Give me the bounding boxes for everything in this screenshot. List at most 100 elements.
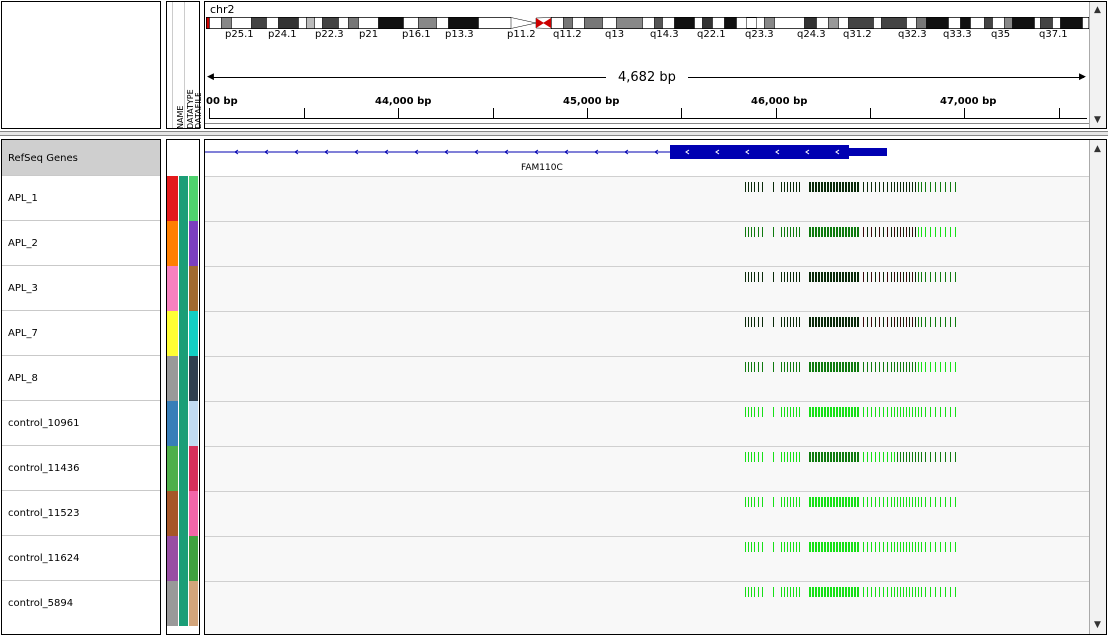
track-name-label[interactable]: control_11624 bbox=[8, 553, 79, 564]
attr-type-cell[interactable] bbox=[179, 491, 189, 536]
scroll-up-icon[interactable]: ▲ bbox=[1090, 4, 1105, 16]
attr-name-cell[interactable] bbox=[167, 491, 179, 536]
methylation-mark bbox=[833, 227, 835, 237]
attr-file-cell[interactable] bbox=[189, 176, 199, 221]
data-track[interactable] bbox=[205, 221, 1089, 266]
attr-name-cell[interactable] bbox=[167, 266, 179, 311]
methylation-mark bbox=[854, 272, 856, 282]
gene-model[interactable] bbox=[205, 140, 1089, 176]
data-track[interactable] bbox=[205, 176, 1089, 221]
track-name-label[interactable]: APL_3 bbox=[8, 283, 38, 294]
methylation-mark bbox=[955, 317, 956, 327]
attr-type-cell[interactable] bbox=[179, 176, 189, 221]
gene-track[interactable]: FAM110C bbox=[205, 140, 1089, 176]
methylation-mark bbox=[754, 542, 755, 552]
track-name-refseq[interactable]: RefSeq Genes bbox=[2, 140, 160, 175]
attr-file-cell[interactable] bbox=[189, 266, 199, 311]
methylation-mark bbox=[903, 497, 904, 507]
track-name-label[interactable]: control_10961 bbox=[8, 418, 79, 429]
methylation-mark bbox=[799, 317, 800, 327]
attr-header-name[interactable]: NAME bbox=[176, 106, 185, 129]
methylation-mark bbox=[925, 407, 926, 417]
methylation-mark bbox=[842, 182, 844, 192]
track-name-label[interactable]: APL_7 bbox=[8, 328, 38, 339]
track-name-label[interactable]: control_11523 bbox=[8, 508, 79, 519]
attr-type-cell[interactable] bbox=[179, 536, 189, 581]
methylation-mark bbox=[762, 272, 763, 282]
attr-header-datafile[interactable]: DATAFILE bbox=[194, 93, 202, 129]
methylation-mark bbox=[871, 362, 872, 372]
methylation-mark bbox=[879, 587, 880, 597]
data-track[interactable] bbox=[205, 446, 1089, 491]
methylation-mark bbox=[773, 227, 774, 237]
data-scrollbar[interactable]: ▲ ▼ bbox=[1089, 140, 1106, 634]
methylation-mark bbox=[915, 227, 916, 237]
methylation-mark bbox=[940, 227, 941, 237]
attr-type-cell[interactable] bbox=[179, 401, 189, 446]
attr-name-cell[interactable] bbox=[167, 356, 179, 401]
attr-name-cell[interactable] bbox=[167, 176, 179, 221]
attr-name-cell[interactable] bbox=[167, 536, 179, 581]
methylation-mark bbox=[758, 317, 759, 327]
header-scrollbar[interactable]: ▲ ▼ bbox=[1089, 2, 1106, 128]
methylation-mark bbox=[812, 317, 814, 327]
attr-file-cell[interactable] bbox=[189, 536, 199, 581]
data-track[interactable] bbox=[205, 581, 1089, 626]
methylation-mark bbox=[903, 452, 904, 462]
data-track[interactable] bbox=[205, 356, 1089, 401]
scroll-down-icon[interactable]: ▼ bbox=[1090, 114, 1105, 126]
methylation-mark bbox=[909, 407, 910, 417]
methylation-mark bbox=[833, 182, 835, 192]
attr-file-cell[interactable] bbox=[189, 491, 199, 536]
methylation-mark bbox=[784, 452, 785, 462]
attr-type-cell[interactable] bbox=[179, 446, 189, 491]
track-name-label[interactable]: APL_8 bbox=[8, 373, 38, 384]
methylation-mark bbox=[857, 182, 859, 192]
attr-file-cell[interactable] bbox=[189, 446, 199, 491]
track-name-label[interactable]: control_11436 bbox=[8, 463, 79, 474]
attr-name-cell[interactable] bbox=[167, 581, 179, 626]
attr-name-cell[interactable] bbox=[167, 221, 179, 266]
data-track[interactable] bbox=[205, 401, 1089, 446]
attr-name-cell[interactable] bbox=[167, 446, 179, 491]
methylation-mark bbox=[950, 407, 951, 417]
attr-file-cell[interactable] bbox=[189, 221, 199, 266]
attr-file-cell[interactable] bbox=[189, 311, 199, 356]
attr-type-cell[interactable] bbox=[179, 581, 189, 626]
data-track[interactable] bbox=[205, 266, 1089, 311]
track-name-label[interactable]: APL_2 bbox=[8, 238, 38, 249]
methylation-mark bbox=[955, 227, 956, 237]
attr-name-cell[interactable] bbox=[167, 401, 179, 446]
methylation-mark bbox=[950, 272, 951, 282]
attr-file-cell[interactable] bbox=[189, 401, 199, 446]
attr-file-cell[interactable] bbox=[189, 581, 199, 626]
methylation-mark bbox=[773, 407, 774, 417]
scroll-down-icon[interactable]: ▼ bbox=[1090, 619, 1105, 631]
track-name-label[interactable]: APL_1 bbox=[8, 193, 38, 204]
methylation-mark bbox=[812, 182, 814, 192]
data-track[interactable] bbox=[205, 491, 1089, 536]
methylation-mark bbox=[891, 362, 892, 372]
methylation-mark bbox=[851, 182, 853, 192]
attr-type-cell[interactable] bbox=[179, 356, 189, 401]
methylation-mark bbox=[815, 227, 817, 237]
methylation-features bbox=[745, 452, 965, 462]
attr-type-cell[interactable] bbox=[179, 311, 189, 356]
attr-type-cell[interactable] bbox=[179, 266, 189, 311]
data-track[interactable] bbox=[205, 536, 1089, 581]
track-separator bbox=[2, 580, 160, 581]
attr-name-cell[interactable] bbox=[167, 311, 179, 356]
methylation-mark bbox=[790, 182, 791, 192]
attr-type-cell[interactable] bbox=[179, 221, 189, 266]
panel-divider[interactable] bbox=[0, 131, 1108, 136]
methylation-mark bbox=[781, 407, 782, 417]
methylation-mark bbox=[848, 452, 850, 462]
methylation-mark bbox=[897, 452, 898, 462]
methylation-mark bbox=[912, 272, 913, 282]
track-name-label[interactable]: control_5894 bbox=[8, 598, 73, 609]
methylation-mark bbox=[836, 182, 838, 192]
scroll-up-icon[interactable]: ▲ bbox=[1090, 143, 1105, 155]
attr-file-cell[interactable] bbox=[189, 356, 199, 401]
data-track[interactable] bbox=[205, 311, 1089, 356]
methylation-mark bbox=[921, 542, 922, 552]
